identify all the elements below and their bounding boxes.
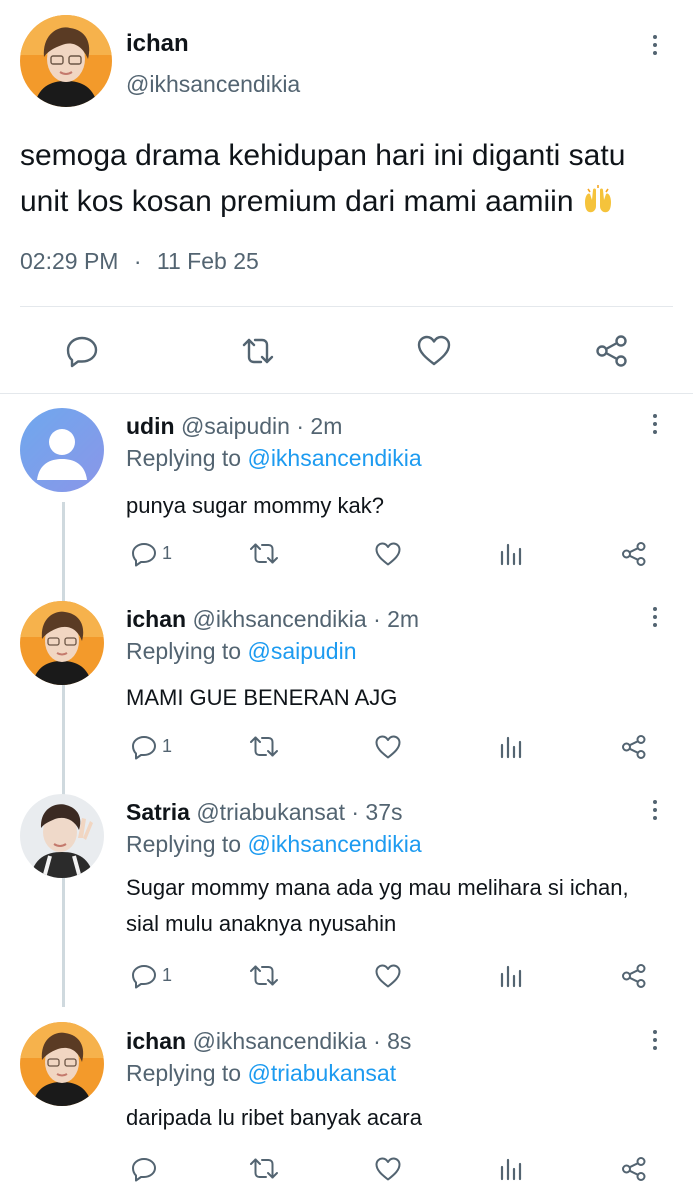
retweet-icon[interactable] bbox=[248, 962, 278, 990]
replying-to-link[interactable]: @saipudin bbox=[247, 638, 356, 664]
avatar[interactable] bbox=[20, 601, 104, 685]
reply-icon[interactable] bbox=[130, 733, 158, 761]
tweet-text-body: semoga drama kehidupan hari ini diganti … bbox=[20, 139, 626, 218]
tweet-text: semoga drama kehidupan hari ini diganti … bbox=[20, 133, 680, 225]
avatar[interactable] bbox=[20, 15, 112, 107]
more-options-icon[interactable] bbox=[643, 605, 667, 629]
reply-header: ichan @ikhsancendikia · 2m bbox=[126, 606, 419, 633]
reply-text: Sugar mommy mana ada yg mau melihara si … bbox=[126, 875, 629, 936]
share-icon[interactable] bbox=[620, 733, 648, 761]
thread-line bbox=[62, 502, 65, 1007]
divider bbox=[20, 306, 673, 307]
like-icon[interactable] bbox=[374, 962, 402, 990]
author-handle[interactable]: @ikhsancendikia bbox=[126, 71, 300, 98]
like-icon[interactable] bbox=[416, 333, 452, 369]
share-icon[interactable] bbox=[620, 540, 648, 568]
replying-label: Replying to bbox=[126, 831, 242, 857]
meta-separator: · bbox=[133, 248, 142, 274]
author-name[interactable]: udin bbox=[126, 413, 175, 439]
reply-text: punya sugar mommy kak? bbox=[126, 493, 384, 518]
replying-to: Replying to @ikhsancendikia bbox=[126, 445, 422, 472]
more-options-icon[interactable] bbox=[643, 412, 667, 436]
reply-icon[interactable] bbox=[130, 1155, 158, 1183]
author-name[interactable]: ichan bbox=[126, 1028, 186, 1054]
author-handle[interactable]: @ikhsancendikia · 8s bbox=[192, 1028, 411, 1054]
retweet-icon[interactable] bbox=[248, 1155, 278, 1183]
retweet-icon[interactable] bbox=[248, 540, 278, 568]
replying-to: Replying to @triabukansat bbox=[126, 1060, 396, 1087]
reply-icon[interactable] bbox=[64, 333, 100, 369]
reply-icon[interactable] bbox=[130, 962, 158, 990]
replying-to: Replying to @ikhsancendikia bbox=[126, 831, 422, 858]
replying-to-link[interactable]: @triabukansat bbox=[247, 1060, 396, 1086]
avatar[interactable] bbox=[20, 408, 104, 492]
more-options-icon[interactable] bbox=[643, 1028, 667, 1052]
stats-icon[interactable] bbox=[497, 733, 525, 761]
retweet-icon[interactable] bbox=[240, 333, 276, 369]
stats-icon[interactable] bbox=[497, 962, 525, 990]
replying-to-link[interactable]: @ikhsancendikia bbox=[247, 831, 421, 857]
author-handle[interactable]: @ikhsancendikia · 2m bbox=[192, 606, 419, 632]
reply-count: 1 bbox=[162, 736, 173, 756]
more-options-icon[interactable] bbox=[643, 798, 667, 822]
retweet-icon[interactable] bbox=[248, 733, 278, 761]
like-icon[interactable] bbox=[374, 733, 402, 761]
reply-count: 1 bbox=[162, 965, 173, 985]
raising-hands-icon bbox=[582, 184, 614, 216]
author-name[interactable]: ichan bbox=[126, 606, 186, 632]
more-options-icon[interactable] bbox=[643, 33, 667, 57]
tweet-meta: 02:29 PM · 11 Feb 25 bbox=[20, 248, 259, 275]
replying-label: Replying to bbox=[126, 1060, 242, 1086]
replying-to-link[interactable]: @ikhsancendikia bbox=[247, 445, 421, 471]
reply-count: 1 bbox=[162, 543, 173, 563]
author-handle[interactable]: @triabukansat · 37s bbox=[196, 799, 402, 825]
avatar[interactable] bbox=[20, 1022, 104, 1106]
avatar[interactable] bbox=[20, 794, 104, 878]
author-name[interactable]: ichan bbox=[126, 30, 189, 58]
divider bbox=[0, 393, 693, 394]
author-handle[interactable]: @saipudin · 2m bbox=[181, 413, 342, 439]
stats-icon[interactable] bbox=[497, 540, 525, 568]
replying-label: Replying to bbox=[126, 638, 242, 664]
reply-header: ichan @ikhsancendikia · 8s bbox=[126, 1028, 411, 1055]
share-icon[interactable] bbox=[620, 962, 648, 990]
reply-icon[interactable] bbox=[130, 540, 158, 568]
reply-text: daripada lu ribet banyak acara bbox=[126, 1105, 422, 1130]
share-icon[interactable] bbox=[594, 333, 630, 369]
tweet-time[interactable]: 02:29 PM bbox=[20, 248, 118, 274]
like-icon[interactable] bbox=[374, 1155, 402, 1183]
share-icon[interactable] bbox=[620, 1155, 648, 1183]
reply-header: Satria @triabukansat · 37s bbox=[126, 799, 403, 826]
author-name[interactable]: Satria bbox=[126, 799, 190, 825]
reply-text: MAMI GUE BENERAN AJG bbox=[126, 685, 398, 710]
replying-to: Replying to @saipudin bbox=[126, 638, 357, 665]
stats-icon[interactable] bbox=[497, 1155, 525, 1183]
reply-header: udin @saipudin · 2m bbox=[126, 413, 342, 440]
replying-label: Replying to bbox=[126, 445, 242, 471]
tweet-date[interactable]: 11 Feb 25 bbox=[157, 248, 259, 274]
like-icon[interactable] bbox=[374, 540, 402, 568]
